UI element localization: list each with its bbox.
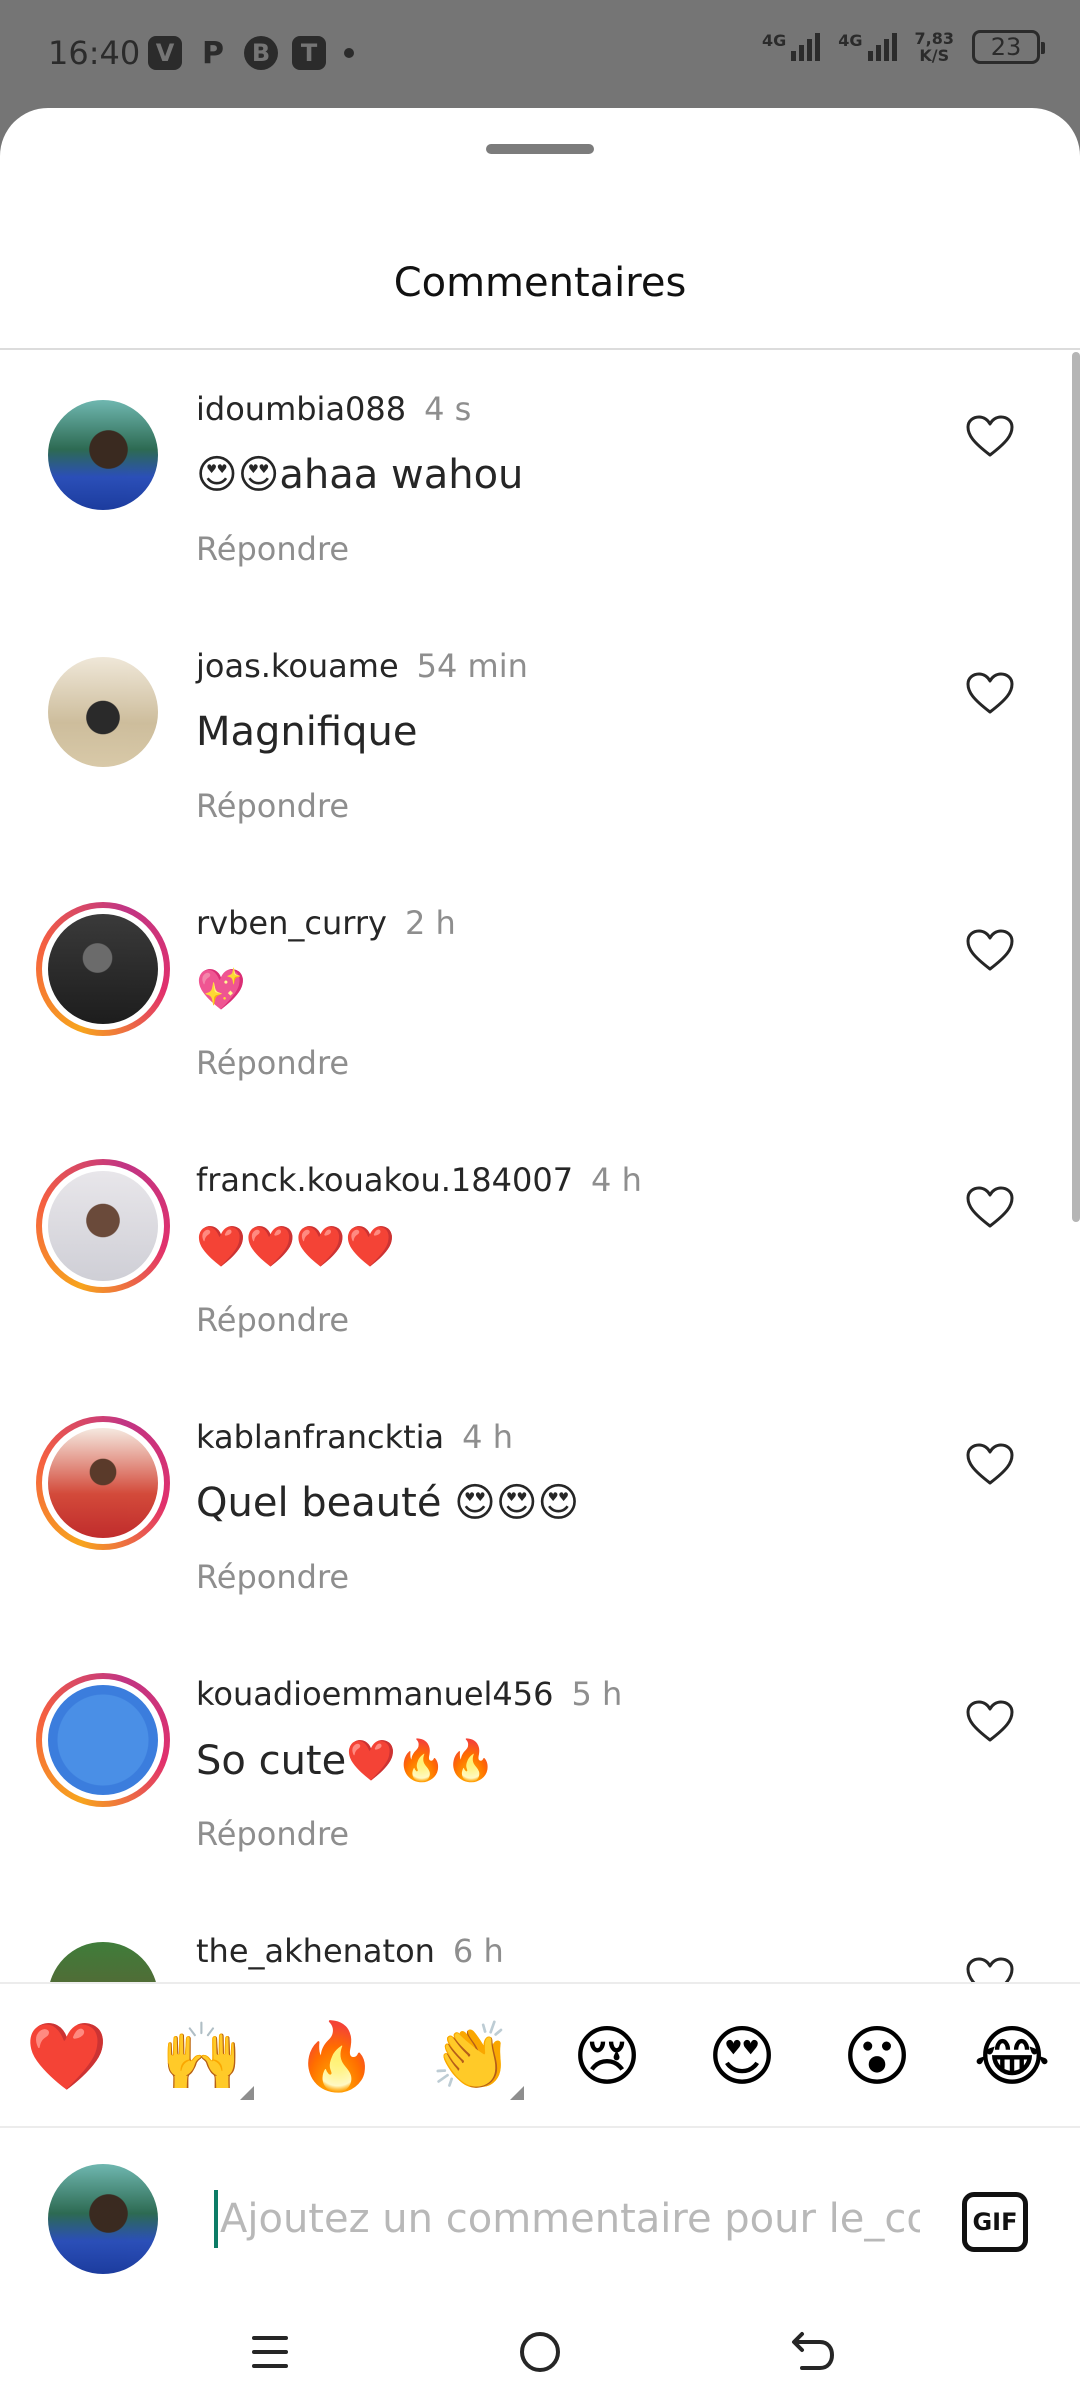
comment-username[interactable]: the_akhenaton: [196, 1932, 435, 1970]
comment-username[interactable]: joas.kouame: [196, 647, 399, 685]
status-time: 16:40: [48, 34, 141, 72]
reply-button[interactable]: Répondre: [196, 530, 349, 568]
comment-username[interactable]: idoumbia088: [196, 390, 406, 428]
emoji-raised-hands-button[interactable]: 🙌: [157, 2014, 247, 2100]
like-heart-icon[interactable]: [965, 1699, 1015, 1743]
comment-time: 5 h: [571, 1675, 623, 1713]
my-avatar: [48, 2164, 158, 2274]
comment-item: joas.kouame 54 min Magnifique Répondre: [0, 609, 1080, 866]
status-app-icons: V P B T: [148, 35, 354, 71]
comment-text: 😍😍ahaa wahou: [196, 452, 524, 498]
comment-time: 4 h: [591, 1161, 642, 1199]
comment-text: ❤️❤️❤️❤️: [196, 1224, 396, 1270]
comment-text: Magnifique: [196, 709, 418, 755]
comment-item: idoumbia088 4 s 😍😍ahaa wahou Répondre: [0, 352, 1080, 609]
screen: 16:40 V P B T 4G 4G 7,83 K/S 23 Commenta…: [0, 0, 1080, 2400]
reply-button[interactable]: Répondre: [196, 1815, 349, 1853]
status-bar: 16:40 V P B T 4G 4G 7,83 K/S 23: [0, 0, 1080, 108]
comment-username[interactable]: franck.kouakou.184007: [196, 1161, 573, 1199]
menu-icon[interactable]: [240, 2322, 300, 2382]
comment-time: 54 min: [416, 647, 528, 685]
avatar[interactable]: [36, 902, 170, 1036]
avatar[interactable]: [36, 1673, 170, 1807]
comment-item: kouadioemmanuel456 5 h So cute❤️🔥🔥 Répond…: [0, 1637, 1080, 1894]
like-heart-icon[interactable]: [965, 1442, 1015, 1486]
signal-1-icon: 4G: [762, 33, 821, 61]
status-indicators: 4G 4G 7,83 K/S 23: [762, 29, 1045, 65]
emoji-laughing-button[interactable]: 😂: [967, 2014, 1057, 2100]
comment-list[interactable]: idoumbia088 4 s 😍😍ahaa wahou Répondre joa…: [0, 352, 1080, 1982]
text-cursor: [214, 2190, 218, 2248]
app-b-icon: B: [244, 36, 278, 70]
comment-username[interactable]: kouadioemmanuel456: [196, 1675, 554, 1713]
drag-handle[interactable]: [486, 144, 594, 154]
comment-username[interactable]: rvben_curry: [196, 904, 387, 942]
comment-time: 2 h: [404, 904, 456, 942]
like-heart-icon[interactable]: [965, 928, 1015, 972]
app-v-icon: V: [148, 36, 182, 70]
comment-text: So cute❤️🔥🔥: [196, 1738, 496, 1784]
emoji-fire-button[interactable]: 🔥: [292, 2014, 382, 2100]
comment-item: kablanfrancktia 4 h Quel beauté 😍😍😍 Répon…: [0, 1380, 1080, 1637]
signal-2-icon: 4G: [838, 33, 897, 61]
emoji-quick-bar: ❤️ 🙌 🔥 👏 😢 😍 😮 😂: [0, 1984, 1080, 2126]
emoji-clap-button[interactable]: 👏: [427, 2014, 517, 2100]
avatar[interactable]: [48, 1942, 158, 1982]
comment-text: Quel beauté 😍😍😍: [196, 1480, 580, 1526]
skin-tone-corner-icon: [240, 2086, 254, 2100]
app-p-icon: P: [202, 35, 224, 71]
avatar[interactable]: [48, 657, 158, 767]
reply-button[interactable]: Répondre: [196, 1044, 349, 1082]
divider: [0, 348, 1080, 350]
like-heart-icon[interactable]: [965, 414, 1015, 458]
comment-username[interactable]: kablanfrancktia: [196, 1418, 444, 1456]
emoji-heart-eyes-button[interactable]: 😍: [697, 2014, 787, 2100]
avatar[interactable]: [36, 1159, 170, 1293]
reply-button[interactable]: Répondre: [196, 1558, 349, 1596]
comment-item: the_akhenaton 6 h: [0, 1894, 1080, 1982]
like-heart-icon[interactable]: [965, 1956, 1015, 1982]
comment-item: franck.kouakou.184007 4 h ❤️❤️❤️❤️ Répond…: [0, 1123, 1080, 1380]
comment-text: 💖: [196, 967, 246, 1013]
comment-time: 6 h: [452, 1932, 504, 1970]
home-circle-icon[interactable]: [510, 2322, 570, 2382]
battery-icon: 23: [972, 30, 1045, 64]
reply-button[interactable]: Répondre: [196, 787, 349, 825]
app-t-icon: T: [292, 36, 326, 70]
comments-sheet: Commentaires idoumbia088 4 s 😍😍ahaa wahou…: [0, 108, 1080, 2400]
scrollbar[interactable]: [1072, 352, 1080, 1222]
avatar[interactable]: [36, 1416, 170, 1550]
sheet-title: Commentaires: [393, 260, 687, 306]
back-arrow-icon[interactable]: [780, 2322, 840, 2382]
like-heart-icon[interactable]: [965, 1185, 1015, 1229]
comment-input[interactable]: [220, 2184, 920, 2254]
comment-time: 4 s: [424, 390, 472, 428]
network-speed: 7,83 K/S: [914, 29, 954, 65]
comment-time: 4 h: [462, 1418, 513, 1456]
notification-dot-icon: [344, 48, 354, 58]
reply-button[interactable]: Répondre: [196, 1301, 349, 1339]
avatar[interactable]: [48, 400, 158, 510]
comment-input-row: GIF: [0, 2128, 1080, 2296]
comment-item: rvben_curry 2 h 💖 Répondre: [0, 866, 1080, 1123]
emoji-heart-button[interactable]: ❤️: [22, 2014, 112, 2100]
emoji-crying-button[interactable]: 😢: [562, 2014, 652, 2100]
like-heart-icon[interactable]: [965, 671, 1015, 715]
emoji-surprised-button[interactable]: 😮: [832, 2014, 922, 2100]
system-nav-bar: [0, 2296, 1080, 2400]
gif-button[interactable]: GIF: [962, 2192, 1028, 2252]
skin-tone-corner-icon: [510, 2086, 524, 2100]
